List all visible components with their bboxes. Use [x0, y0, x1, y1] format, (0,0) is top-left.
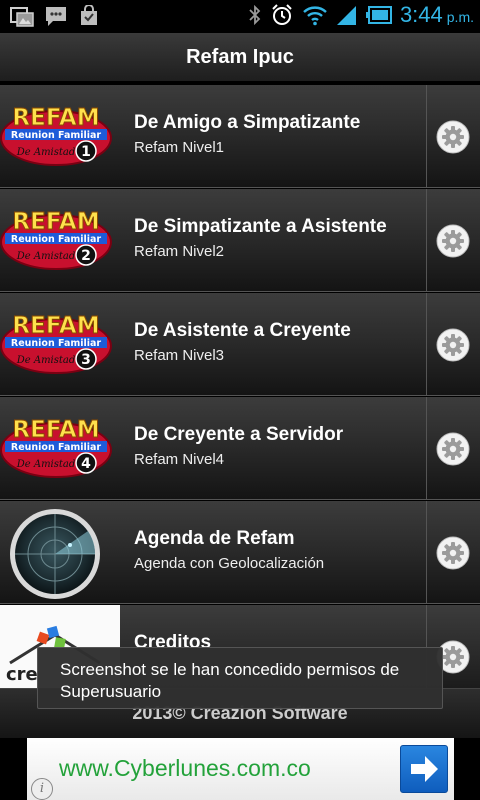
alarm-icon	[272, 4, 292, 25]
system-icons: 3:44 p.m.	[248, 2, 474, 28]
svg-text:REFAM: REFAM	[12, 209, 99, 235]
svg-text:De Amistad: De Amistad	[16, 147, 76, 158]
list-item[interactable]: Agenda de Refam Agenda con Geolocalizaci…	[0, 501, 480, 604]
svg-text:REFAM: REFAM	[12, 417, 99, 443]
item-title: De Amigo a Simpatizante	[134, 112, 361, 133]
list-item[interactable]: REFAM Reunion Familiar De Amistad 3 De A…	[0, 293, 480, 396]
divider	[426, 189, 427, 292]
svg-text:Reunion Familiar: Reunion Familiar	[11, 442, 102, 453]
arrow-right-icon	[411, 756, 438, 782]
item-subtitle: Refam Nivel1	[134, 139, 225, 156]
svg-text:4: 4	[81, 456, 91, 472]
ad-container: www.Cyberlunes.com.co	[0, 738, 480, 800]
page-title: Refam Ipuc	[186, 45, 294, 68]
item-subtitle: Refam Nivel3	[134, 347, 225, 364]
svg-text:REFAM: REFAM	[12, 105, 99, 131]
divider	[426, 501, 427, 604]
status-bar: 3:44 p.m.	[0, 0, 480, 33]
clock: 3:44 p.m.	[399, 2, 474, 27]
svg-text:1: 1	[81, 144, 91, 160]
refam-logo: REFAM Reunion Familiar De Amistad 3	[0, 313, 112, 374]
title-bar: Refam Ipuc	[0, 33, 480, 83]
item-title: De Creyente a Servidor	[134, 424, 344, 445]
divider	[426, 85, 427, 188]
svg-text:REFAM: REFAM	[12, 313, 99, 339]
svg-text:De Amistad: De Amistad	[16, 355, 76, 366]
svg-text:cre: cre	[6, 664, 38, 685]
ad-banner[interactable]: www.Cyberlunes.com.co	[27, 738, 454, 800]
battery-icon	[365, 6, 392, 24]
toast-message: Screenshot se le han concedido permisos …	[37, 647, 443, 709]
svg-text:Reunion Familiar: Reunion Familiar	[11, 130, 102, 141]
svg-text:Reunion Familiar: Reunion Familiar	[11, 338, 102, 349]
svg-text:De Amistad: De Amistad	[16, 251, 76, 262]
radar-icon	[10, 509, 100, 599]
signal-icon	[336, 6, 356, 25]
ad-url[interactable]: www.Cyberlunes.com.co	[59, 755, 311, 782]
svg-text:3: 3	[81, 352, 91, 368]
messages-icon	[46, 7, 66, 26]
gear-icon[interactable]	[436, 536, 470, 570]
list-item[interactable]: REFAM Reunion Familiar De Amistad 2 De S…	[0, 189, 480, 292]
item-subtitle: Agenda con Geolocalización	[134, 555, 325, 572]
gear-icon[interactable]	[436, 432, 470, 466]
notification-icons	[10, 5, 100, 27]
refam-logo: REFAM Reunion Familiar De Amistad 4	[0, 417, 112, 478]
wifi-icon	[303, 6, 327, 26]
item-subtitle: Refam Nivel4	[134, 451, 225, 468]
store-icon	[81, 5, 97, 25]
item-title: De Asistente a Creyente	[134, 320, 351, 341]
svg-text:2: 2	[81, 248, 91, 264]
divider	[426, 397, 427, 500]
gear-icon[interactable]	[436, 120, 470, 154]
ad-go-button[interactable]	[400, 745, 448, 793]
item-subtitle: Refam Nivel2	[134, 243, 225, 260]
refam-logo: REFAM Reunion Familiar De Amistad 1	[0, 105, 112, 166]
list-item[interactable]: REFAM Reunion Familiar De Amistad 1 De A…	[0, 85, 480, 188]
svg-text:Reunion Familiar: Reunion Familiar	[11, 234, 102, 245]
list-item[interactable]: REFAM Reunion Familiar De Amistad 4 De C…	[0, 397, 480, 500]
svg-text:De Amistad: De Amistad	[16, 459, 76, 470]
item-title: Agenda de Refam	[134, 528, 295, 549]
bluetooth-icon	[249, 4, 261, 26]
divider	[426, 293, 427, 396]
item-title: De Simpatizante a Asistente	[134, 216, 387, 237]
gallery-icon	[10, 7, 34, 27]
info-icon[interactable]: i	[31, 778, 53, 800]
gear-icon[interactable]	[436, 224, 470, 258]
refam-logo: REFAM Reunion Familiar De Amistad 2	[0, 209, 112, 270]
gear-icon[interactable]	[436, 328, 470, 362]
